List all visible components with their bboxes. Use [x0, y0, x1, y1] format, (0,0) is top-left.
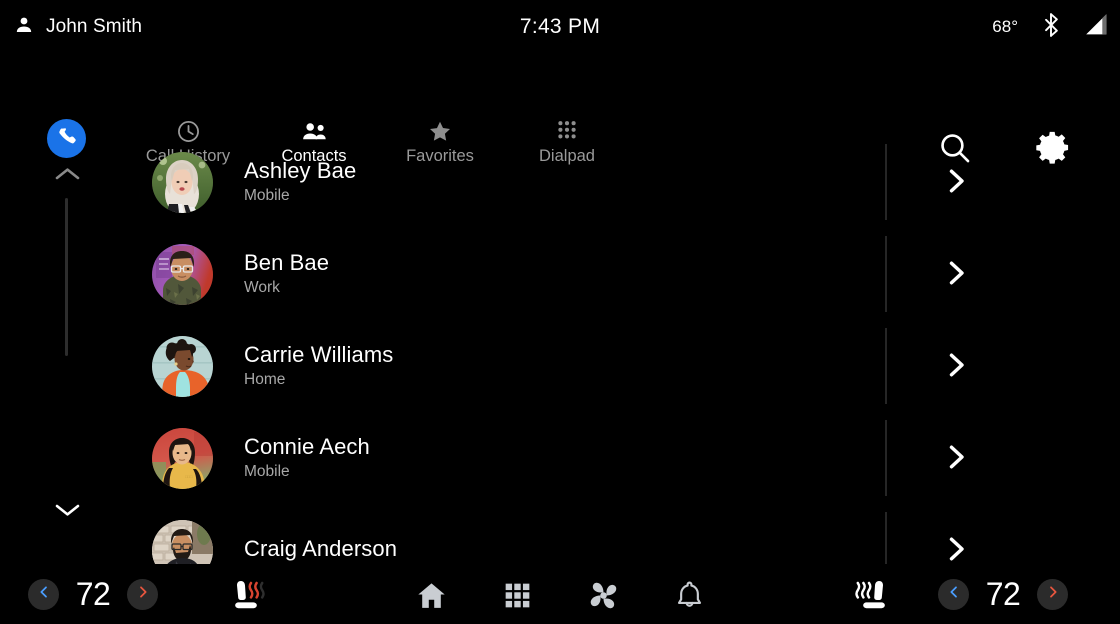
clock: 7:43 PM — [519, 15, 601, 38]
contact-name: Connie Aech — [244, 434, 370, 460]
status-bar: John Smith 7:43 PM 68° — [0, 0, 1120, 54]
chevron-right-icon[interactable] — [938, 439, 974, 475]
fan-climate-icon[interactable] — [585, 578, 621, 612]
chevron-left-icon — [36, 584, 52, 605]
chevron-up-icon — [54, 166, 81, 187]
contact-name: Ben Bae — [244, 250, 330, 276]
home-icon[interactable] — [413, 578, 449, 612]
contact-info: Carrie Williams Home — [244, 342, 393, 389]
tab-bar: Call History Contacts Favorites Dialpad — [0, 54, 1120, 164]
avatar — [152, 519, 213, 564]
right-temp-increase-button[interactable] — [1037, 578, 1068, 610]
bell-notification-icon[interactable] — [671, 578, 707, 612]
scroll-up-button[interactable] — [49, 162, 85, 190]
contact-label: Mobile — [244, 187, 290, 205]
contact-info: Ashley Bae Mobile — [244, 158, 356, 205]
svg-text:□□□: □□□ — [185, 474, 193, 479]
signal-strength-icon — [1084, 13, 1108, 41]
avatar — [152, 151, 213, 213]
right-temp-decrease-button[interactable] — [938, 578, 969, 610]
chevron-right-icon[interactable] — [938, 163, 974, 199]
contact-row[interactable]: Ben Bae Work — [100, 228, 1120, 320]
bluetooth-icon — [1040, 12, 1062, 43]
contact-info: Ben Bae Work — [244, 250, 329, 297]
row-divider — [885, 328, 887, 404]
contact-list[interactable]: Ashley Bae Mobile Ben Bae Work Carrie Wi… — [100, 136, 1120, 564]
scroll-rail — [46, 136, 88, 556]
chevron-down-icon — [54, 502, 81, 523]
left-temp-decrease-button[interactable] — [28, 578, 59, 610]
avatar — [152, 335, 213, 397]
row-divider — [885, 236, 887, 312]
bottom-bar: 72 72 — [0, 564, 1120, 624]
scroll-down-button[interactable] — [49, 498, 85, 526]
row-divider — [885, 420, 887, 496]
left-temp-increase-button[interactable] — [127, 578, 158, 610]
avatar — [152, 243, 213, 305]
contact-info: Craig Anderson — [244, 536, 397, 564]
infotainment-screen: John Smith 7:43 PM 68° Call History Cont… — [0, 0, 1120, 624]
ventilated-seat-icon[interactable] — [848, 577, 888, 613]
status-indicators: 68° — [992, 0, 1108, 54]
contact-name: Craig Anderson — [244, 535, 398, 561]
contact-row[interactable]: Carrie Williams Home — [100, 320, 1120, 412]
right-climate-control: 72 — [938, 564, 1068, 624]
contact-label: Work — [244, 279, 280, 297]
contact-info: Connie Aech Mobile — [244, 434, 370, 481]
contact-label: Home — [244, 371, 286, 389]
scrollbar-thumb[interactable] — [65, 198, 68, 356]
chevron-right-icon[interactable] — [938, 531, 974, 564]
chevron-left-icon — [946, 584, 962, 605]
left-temperature-value: 72 — [75, 575, 111, 612]
contact-name: Carrie Williams — [244, 342, 394, 368]
contact-name: Ashley Bae — [244, 158, 357, 184]
avatar: □□□ — [152, 427, 213, 489]
row-divider — [885, 512, 887, 564]
chevron-right-icon[interactable] — [938, 255, 974, 291]
left-climate-control: 72 — [28, 564, 158, 624]
outside-temperature: 68° — [992, 17, 1018, 36]
apps-grid-icon[interactable] — [499, 578, 535, 612]
contact-label: Mobile — [244, 463, 290, 481]
chevron-right-icon — [135, 584, 151, 605]
contact-row[interactable]: Craig Anderson — [100, 504, 1120, 564]
right-temperature-value: 72 — [985, 575, 1021, 612]
chevron-right-icon — [1045, 584, 1061, 605]
heated-seat-icon[interactable] — [232, 577, 272, 613]
contact-row[interactable]: Ashley Bae Mobile — [100, 136, 1120, 228]
contact-row[interactable]: □□□ Connie Aech Mobile — [100, 412, 1120, 504]
row-divider — [885, 144, 887, 220]
chevron-right-icon[interactable] — [938, 347, 974, 383]
